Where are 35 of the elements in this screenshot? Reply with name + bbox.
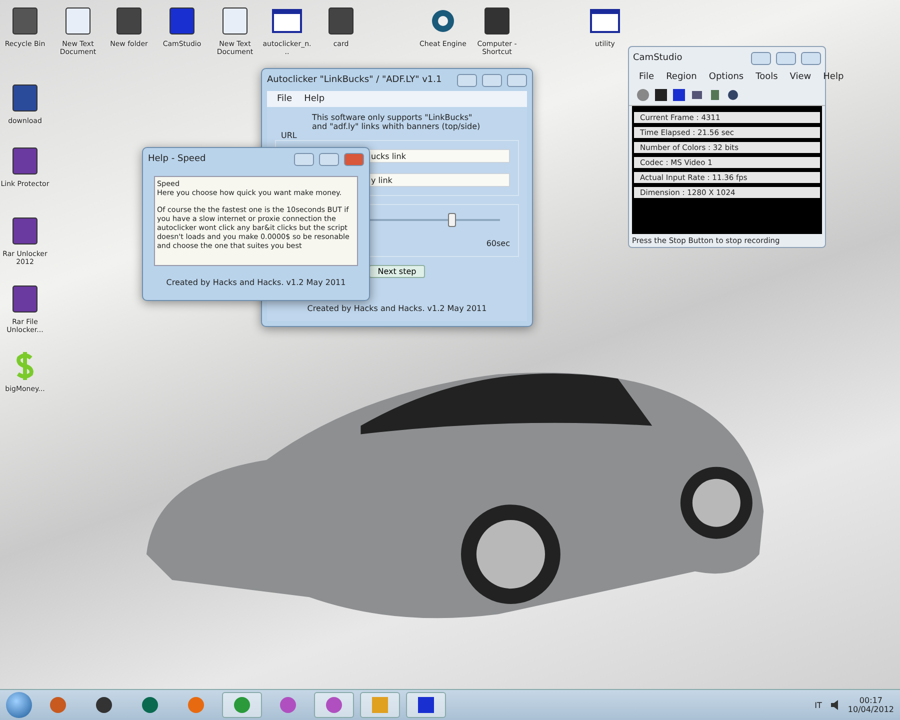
- menu-item[interactable]: Region: [662, 72, 701, 82]
- clock[interactable]: 00:17 10/04/2012: [848, 696, 894, 714]
- close-button[interactable]: [507, 74, 527, 86]
- slider-thumb[interactable]: [448, 213, 456, 227]
- maximize-button[interactable]: [776, 52, 796, 64]
- app-icon: [416, 695, 436, 715]
- window-title: CamStudio: [633, 53, 684, 63]
- window-title: Help - Speed: [148, 154, 207, 164]
- menu-item[interactable]: Options: [704, 72, 748, 82]
- menu-item[interactable]: Help: [819, 72, 848, 82]
- window-title: Autoclicker "LinkBucks" / "ADF.LY" v1.1: [267, 75, 443, 85]
- credits-text: Created by Hacks and Hacks. v1.2 May 2011: [306, 304, 488, 315]
- credits-text: Created by Hacks and Hacks. v1.2 May 2011: [165, 277, 347, 289]
- next-step-button[interactable]: Next step: [368, 265, 426, 278]
- taskbar-button[interactable]: [406, 692, 446, 718]
- speaker-icon[interactable]: [830, 700, 840, 710]
- close-button[interactable]: [344, 152, 364, 166]
- notice-text: This software only supports "LinkBucks" and "adf.ly" links whith banners (top/side): [311, 112, 482, 131]
- minimize-button[interactable]: [457, 74, 477, 86]
- menu-item[interactable]: Tools: [752, 72, 782, 82]
- maximize-button[interactable]: [482, 74, 502, 86]
- minimize-button[interactable]: [751, 52, 771, 64]
- speed-reading: 60sec: [486, 239, 510, 248]
- close-button[interactable]: [801, 52, 821, 64]
- menu-item[interactable]: View: [786, 72, 816, 82]
- menu-item[interactable]: File: [273, 94, 296, 104]
- maximize-button[interactable]: [319, 152, 339, 166]
- menu-item[interactable]: File: [635, 72, 658, 82]
- start-button[interactable]: [6, 692, 32, 718]
- record-icon[interactable]: [637, 89, 649, 101]
- language-indicator[interactable]: IT: [814, 700, 822, 710]
- url-label: URL: [280, 131, 298, 140]
- minimize-button[interactable]: [294, 152, 314, 166]
- app-icon: [370, 695, 390, 715]
- menu-item[interactable]: Help: [300, 94, 329, 104]
